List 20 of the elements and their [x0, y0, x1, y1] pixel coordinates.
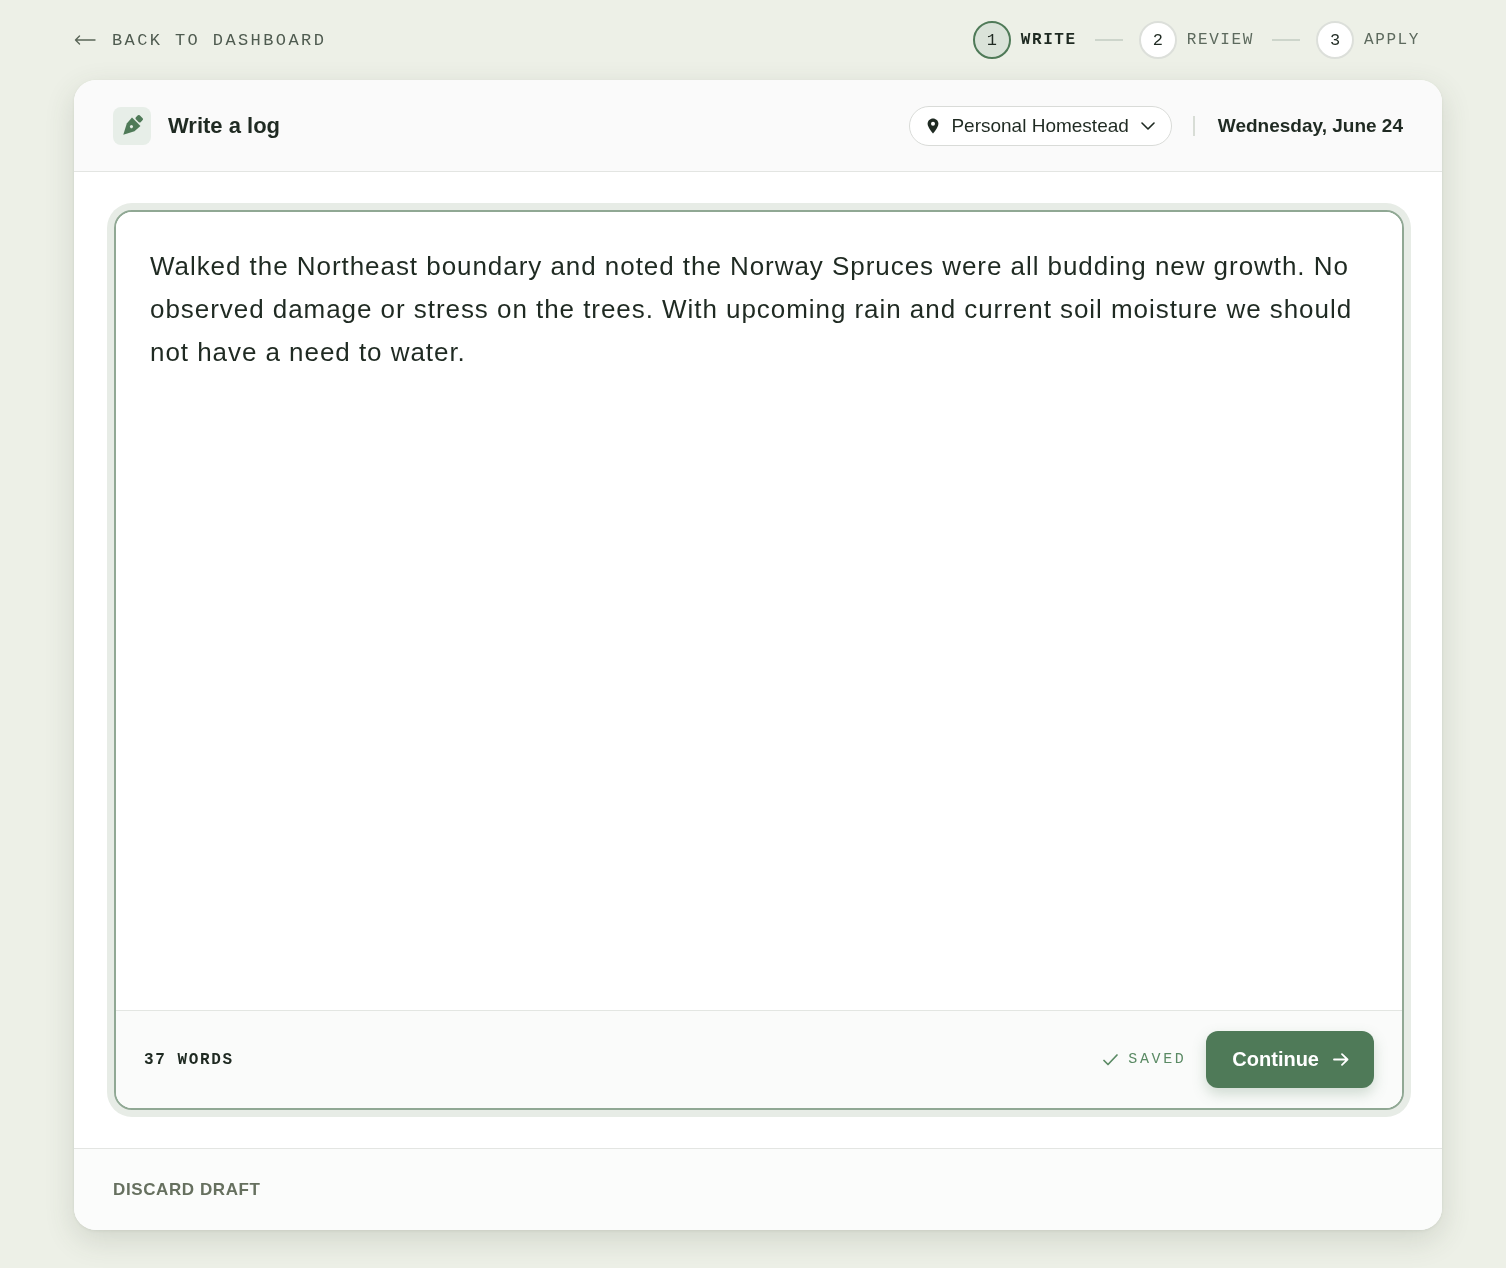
checkmark-icon	[1103, 1053, 1119, 1066]
step-label: REVIEW	[1186, 31, 1254, 49]
step-label: APPLY	[1364, 31, 1420, 49]
arrow-right-icon	[1333, 1053, 1349, 1066]
date-label: Wednesday, June 24	[1217, 114, 1403, 137]
pen-nib-icon	[113, 106, 151, 145]
step-number: 3	[1316, 21, 1354, 59]
discard-draft-button[interactable]: DISCARD DRAFT	[113, 1179, 261, 1200]
saved-status: SAVED	[1128, 1051, 1187, 1068]
continue-button[interactable]: Continue	[1206, 1031, 1374, 1088]
step-number: 2	[1138, 21, 1177, 59]
step-number: 1	[972, 21, 1011, 59]
back-to-dashboard-link[interactable]: BACK TO DASHBOARD	[74, 30, 327, 50]
map-pin-icon	[927, 117, 940, 134]
chevron-down-icon	[1140, 121, 1155, 130]
step-label: WRITE	[1020, 31, 1077, 49]
page-title: Write a log	[168, 112, 281, 139]
word-count: 37 WORDS	[144, 1050, 234, 1069]
location-dropdown[interactable]: Personal Homestead	[909, 105, 1172, 146]
arrow-left-icon	[74, 35, 96, 45]
